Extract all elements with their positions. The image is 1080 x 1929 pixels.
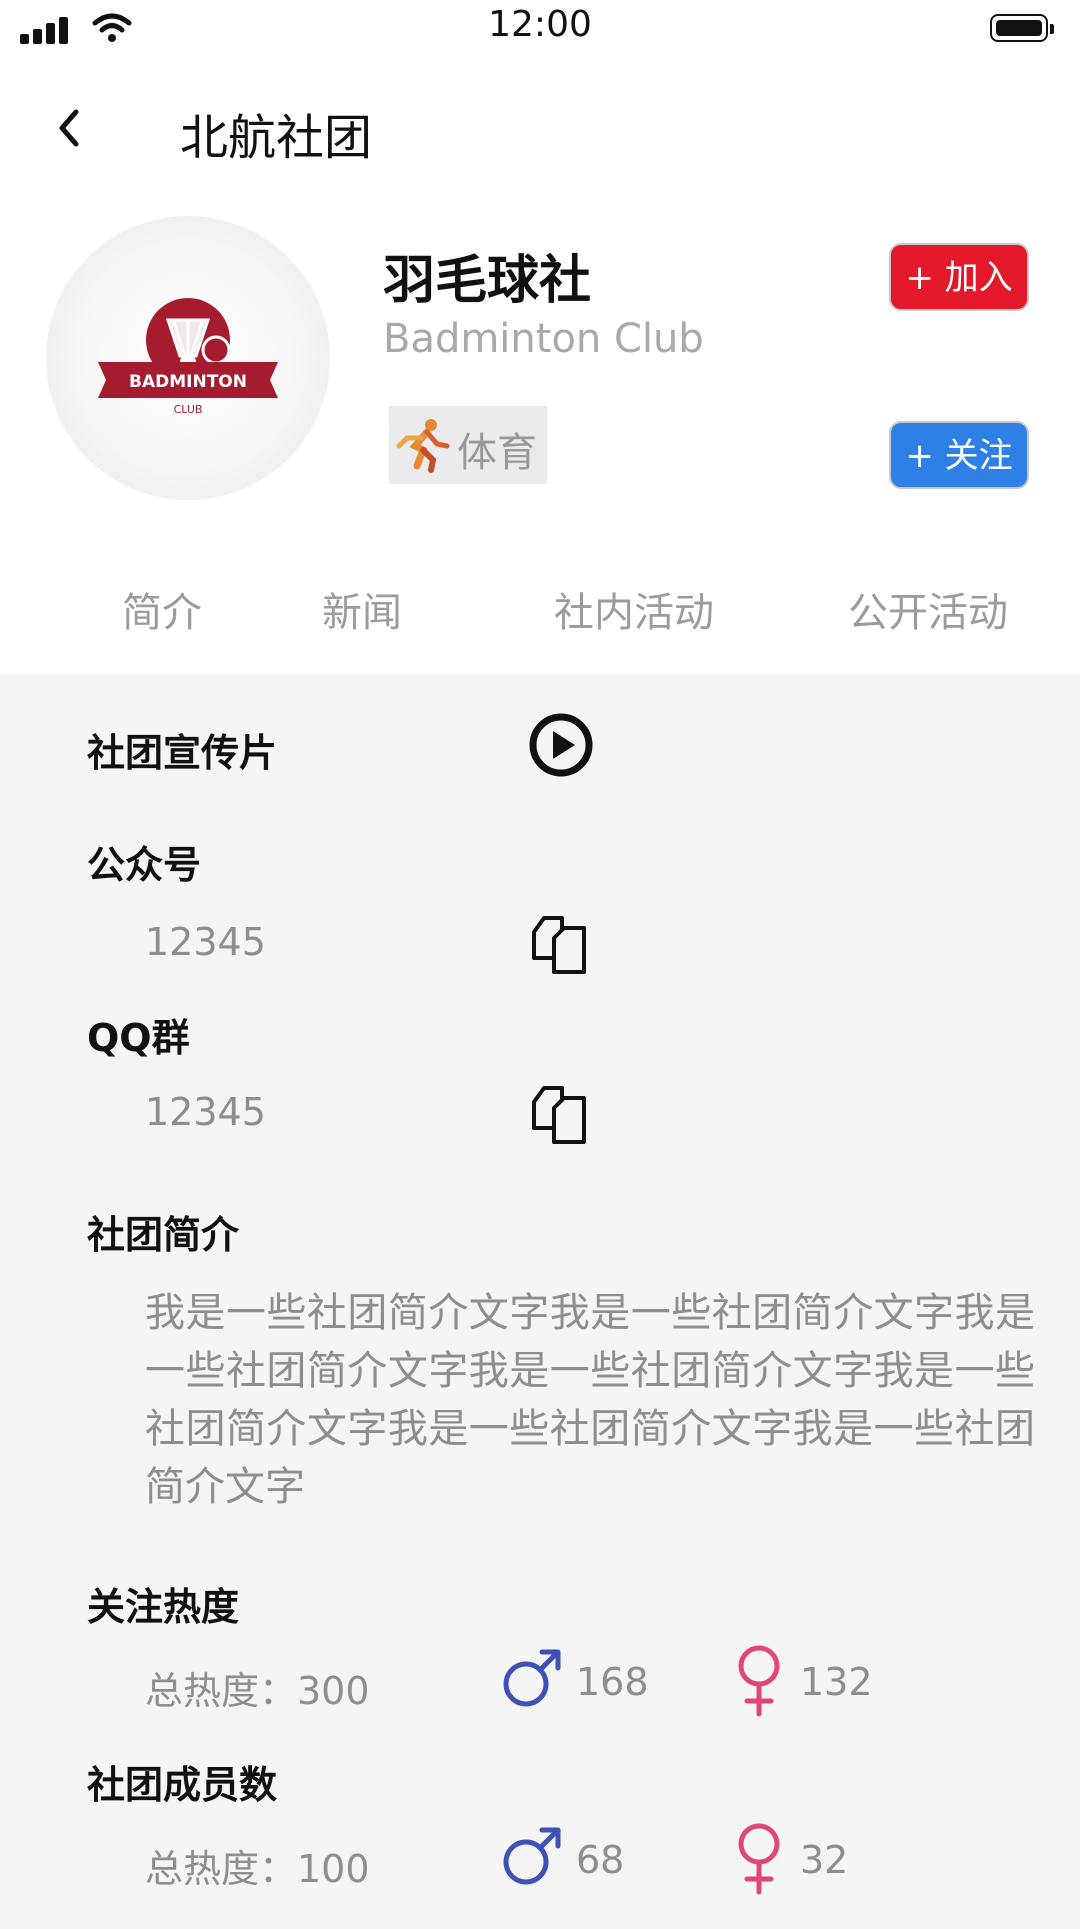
- logo-text: BADMINTON: [129, 372, 247, 392]
- female-icon: [738, 1823, 780, 1895]
- play-video-button[interactable]: [528, 712, 594, 782]
- popularity-section-title: 关注热度: [87, 1585, 240, 1629]
- tab-public-activities[interactable]: 公开活动: [848, 580, 1008, 638]
- copy-icon: [532, 1086, 586, 1144]
- chevron-left-icon: [59, 109, 79, 147]
- copy-wechat-button[interactable]: [530, 914, 592, 980]
- tab-intro[interactable]: 简介: [122, 580, 202, 638]
- popularity-male-count: 168: [576, 1660, 649, 1704]
- members-female-count: 32: [800, 1838, 849, 1882]
- members-total: 总热度：100: [145, 1847, 370, 1891]
- tab-news[interactable]: 新闻: [322, 580, 402, 638]
- tab-internal-activities[interactable]: 社内活动: [554, 580, 714, 638]
- members-section-title: 社团成员数: [87, 1763, 278, 1807]
- page-title: 北航社团: [180, 110, 373, 166]
- video-section-title: 社团宣传片: [87, 731, 278, 775]
- status-time: 12:00: [488, 4, 592, 45]
- back-button[interactable]: [50, 100, 100, 158]
- qq-section-title: QQ群: [87, 1016, 190, 1060]
- wechat-section-title: 公众号: [87, 843, 202, 887]
- battery-icon: [990, 14, 1054, 42]
- category-tag: 体育: [389, 406, 547, 484]
- popularity-female-count: 132: [800, 1660, 873, 1704]
- male-icon: [503, 1827, 561, 1885]
- intro-section-title: 社团简介: [87, 1213, 240, 1257]
- wechat-value: 12345: [145, 920, 266, 964]
- male-icon: [503, 1649, 561, 1707]
- runner-icon: [396, 419, 450, 473]
- play-icon: [529, 713, 593, 777]
- club-name: 羽毛球社: [383, 251, 592, 311]
- badminton-logo-icon: BADMINTON CLUB: [98, 298, 278, 416]
- members-male-count: 68: [576, 1838, 625, 1882]
- copy-icon: [532, 916, 586, 974]
- qq-value: 12345: [145, 1090, 266, 1134]
- club-english-name: Badminton Club: [383, 316, 704, 362]
- join-button[interactable]: + 加入: [889, 243, 1029, 311]
- status-bar: 12:00: [0, 0, 1080, 56]
- logo-subtext: CLUB: [174, 403, 203, 416]
- female-icon: [738, 1645, 780, 1717]
- popularity-total: 总热度：300: [145, 1669, 370, 1713]
- copy-qq-button[interactable]: [530, 1084, 592, 1150]
- intro-text: 我是一些社团简介文字我是一些社团简介文字我是一些社团简介文字我是一些社团简介文字…: [145, 1290, 1035, 1510]
- club-logo: BADMINTON CLUB: [46, 216, 330, 500]
- follow-button[interactable]: + 关注: [889, 421, 1029, 489]
- category-label: 体育: [457, 430, 537, 476]
